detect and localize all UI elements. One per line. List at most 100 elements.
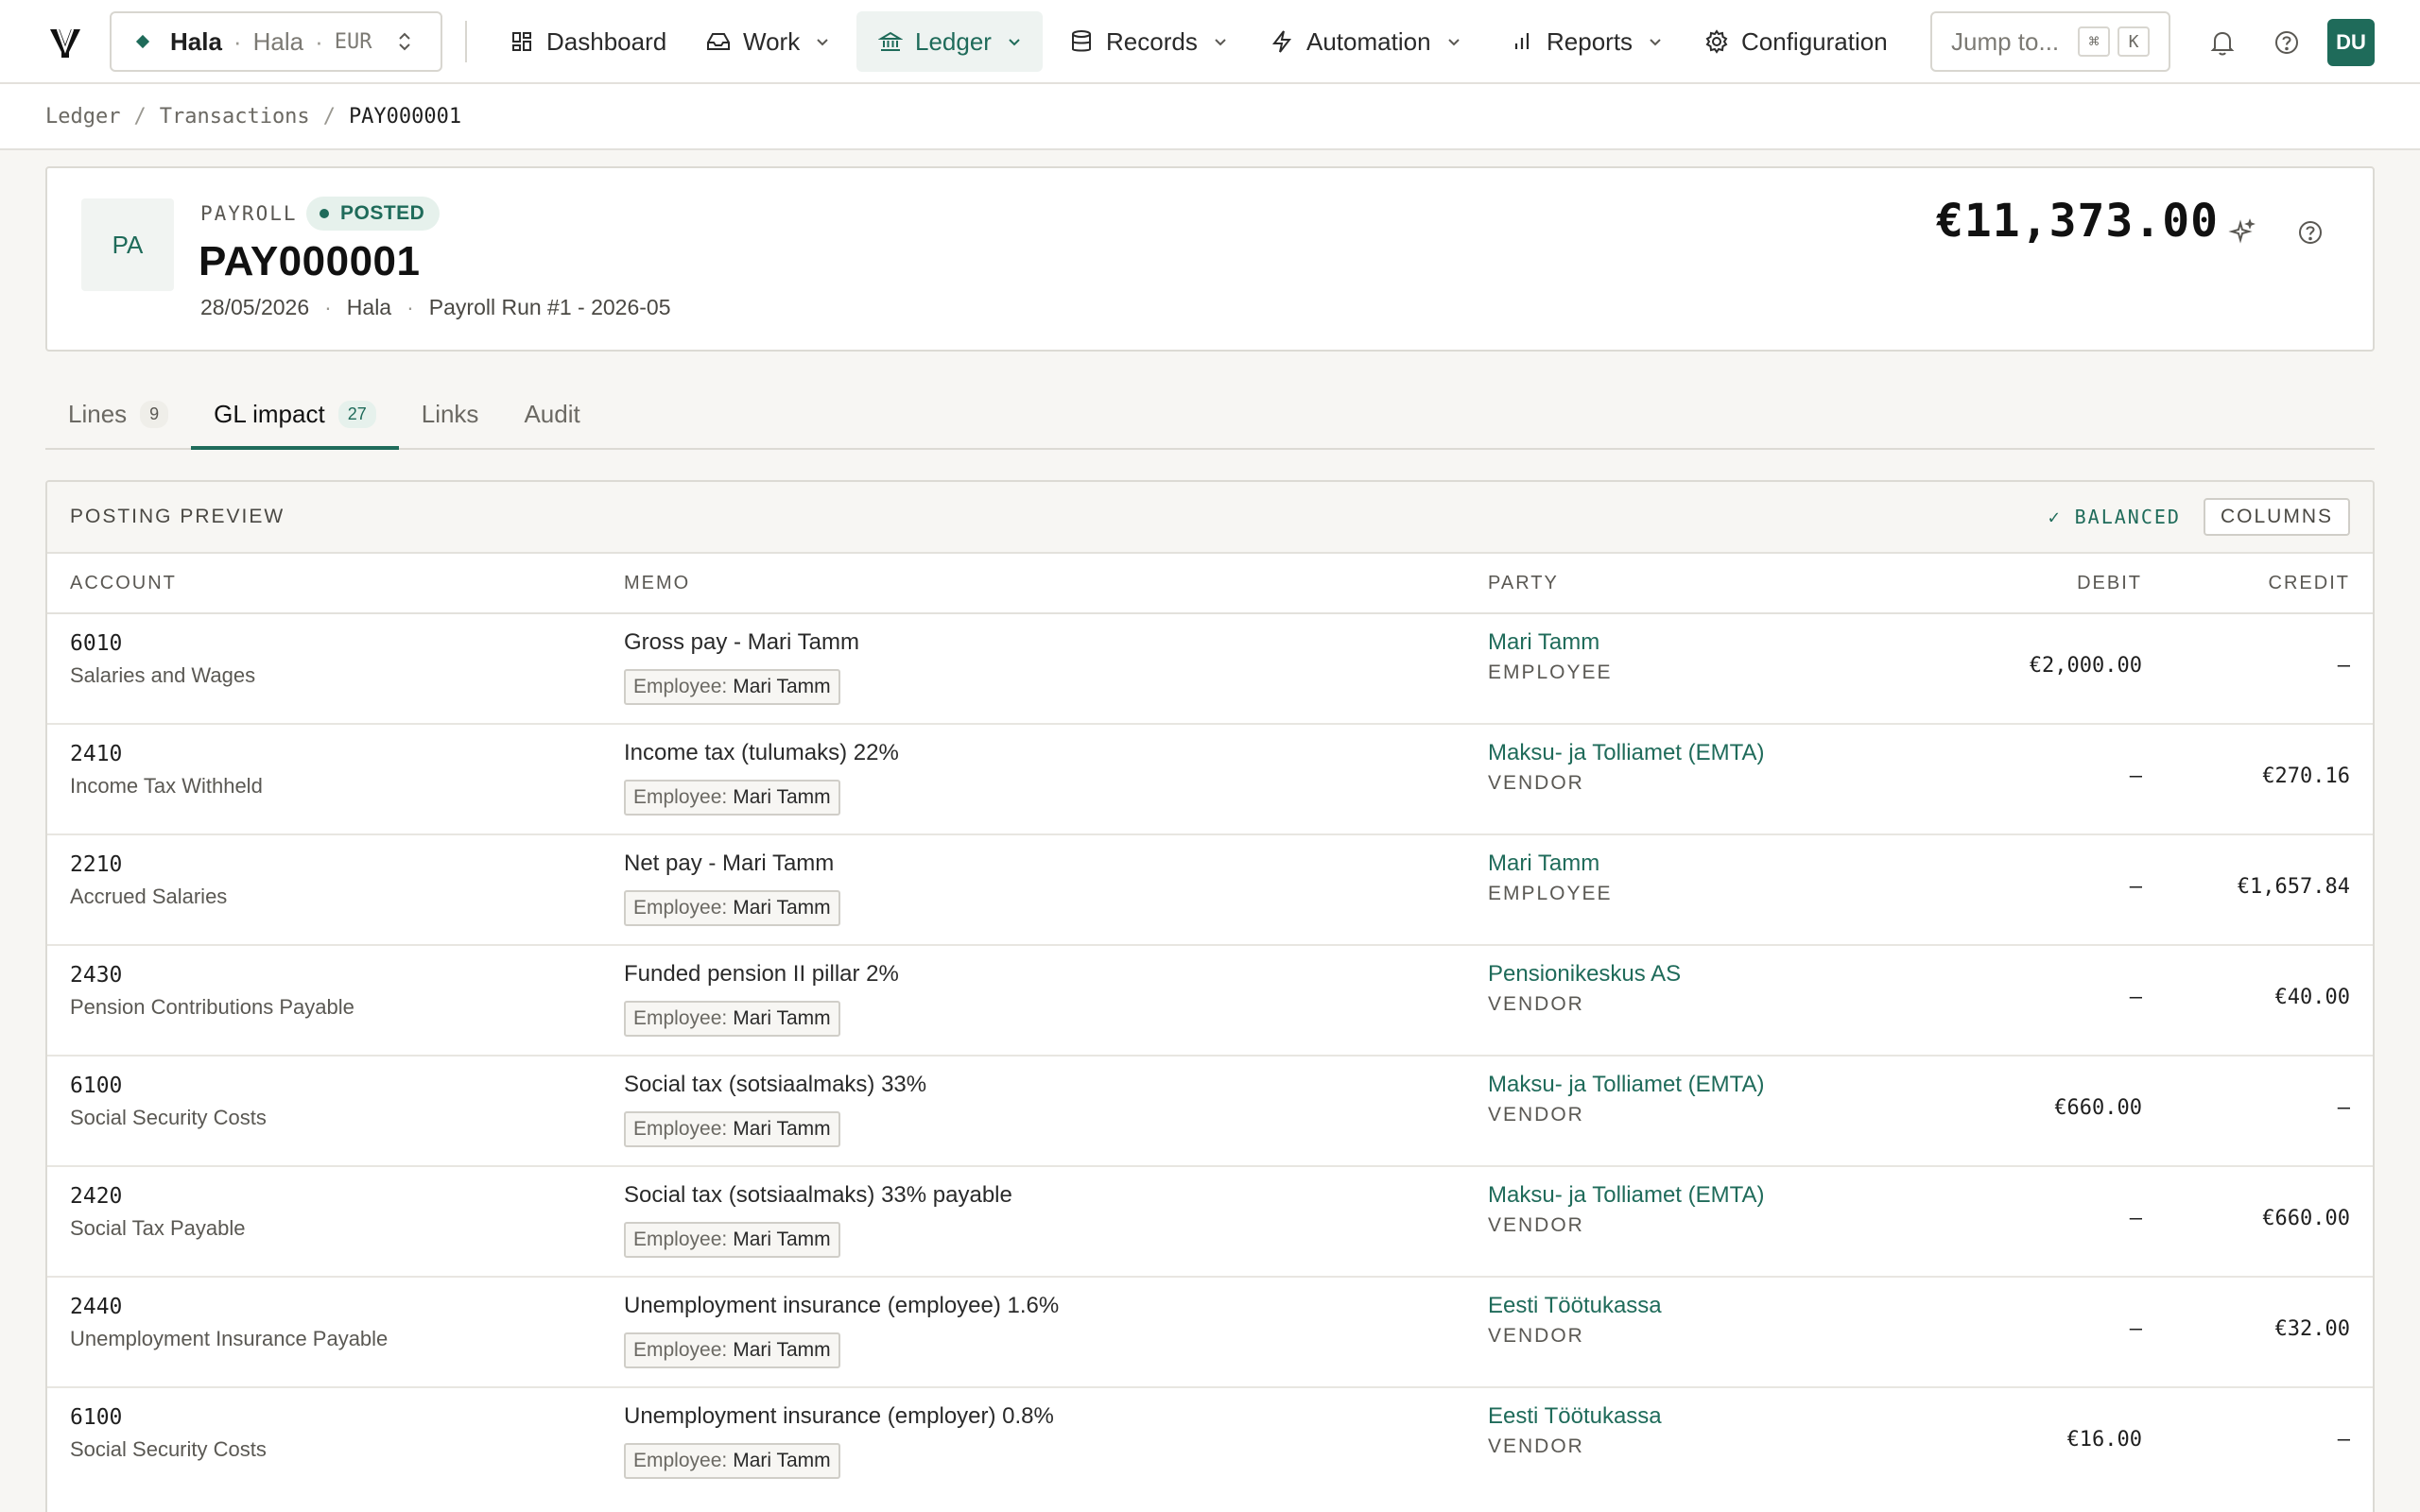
party-type: VENDOR (1488, 1435, 1584, 1457)
nav-work[interactable]: Work (684, 11, 851, 72)
help-circle-icon[interactable] (2267, 23, 2307, 62)
kbd-k: K (2118, 26, 2150, 57)
credit-amount: €40.00 (2274, 986, 2350, 1009)
party-link[interactable]: Mari Tamm (1488, 629, 1599, 656)
chevron-down-icon (1215, 39, 1226, 46)
tag-value: Mari Tamm (733, 676, 831, 697)
breadcrumb-current: PAY000001 (348, 104, 462, 129)
account-code: 2410 (70, 742, 123, 766)
tab-links[interactable]: Links (399, 380, 502, 448)
table-row[interactable]: 2430 Pension Contributions Payable Funde… (47, 946, 2373, 1057)
column-header-credit[interactable]: CREDIT (2269, 573, 2350, 594)
nav-configuration[interactable]: Configuration (1683, 11, 1909, 72)
memo-text: Unemployment insurance (employer) 0.8% (624, 1403, 1054, 1429)
tab-audit[interactable]: Audit (501, 380, 602, 448)
tab-gl-impact[interactable]: GL impact 27 (191, 380, 399, 450)
account-name: Salaries and Wages (70, 663, 256, 687)
help-circle-icon[interactable] (2291, 214, 2329, 251)
tab-count: 9 (140, 400, 169, 428)
table-row[interactable]: 6010 Salaries and Wages Gross pay - Mari… (47, 614, 2373, 725)
column-header-party[interactable]: PARTY (1488, 573, 1559, 594)
breadcrumb-separator: / (322, 104, 336, 129)
breadcrumb: Ledger / Transactions / PAY000001 (0, 84, 2420, 150)
jump-to-search[interactable]: Jump to... ⌘ K (1930, 11, 2170, 72)
table-row[interactable]: 2420 Social Tax Payable Social tax (sots… (47, 1167, 2373, 1278)
breadcrumb-transactions[interactable]: Transactions (160, 105, 310, 129)
account-code: 2430 (70, 963, 123, 988)
debit-amount: — (2129, 986, 2142, 1009)
app-logo-icon[interactable] (43, 21, 87, 64)
user-avatar[interactable]: DU (2327, 19, 2375, 66)
debit-amount: €2,000.00 (2029, 654, 2142, 678)
credit-amount: €1,657.84 (2237, 875, 2350, 899)
party-type: VENDOR (1488, 993, 1584, 1015)
table-row[interactable]: 2440 Unemployment Insurance Payable Unem… (47, 1278, 2373, 1388)
document-reference: Payroll Run #1 - 2026-05 (428, 295, 671, 319)
account-name: Accrued Salaries (70, 885, 228, 908)
party-link[interactable]: Mari Tamm (1488, 850, 1599, 877)
debit-amount: — (2129, 875, 2142, 899)
nav-label: Configuration (1741, 26, 1888, 56)
tag-value: Mari Tamm (733, 1228, 831, 1250)
bank-icon (877, 28, 904, 55)
organization-switcher[interactable]: Hala · Hala · EUR (110, 11, 442, 72)
nav-label: Reports (1547, 26, 1634, 56)
debit-amount: — (2129, 1317, 2142, 1341)
nav-automation[interactable]: Automation (1248, 11, 1482, 72)
party-type: EMPLOYEE (1488, 662, 1613, 683)
panel-title: POSTING PREVIEW (70, 506, 285, 527)
status-badge: POSTED (306, 197, 441, 231)
table-row[interactable]: 2210 Accrued Salaries Net pay - Mari Tam… (47, 835, 2373, 946)
credit-amount: €660.00 (2262, 1207, 2350, 1230)
table-header: ACCOUNT MEMO PARTY DEBIT CREDIT (47, 554, 2373, 614)
notifications-bell-icon[interactable] (2203, 23, 2242, 62)
memo-text: Unemployment insurance (employee) 1.6% (624, 1293, 1060, 1318)
chevron-down-icon (1650, 39, 1661, 46)
memo-text: Social tax (sotsiaalmaks) 33% payable (624, 1182, 1012, 1208)
lightning-bolt-icon (1269, 28, 1295, 55)
tag-label: Employee: (633, 1118, 728, 1140)
tag-value: Mari Tamm (733, 1339, 831, 1361)
credit-amount: — (2337, 654, 2350, 678)
nav-ledger[interactable]: Ledger (856, 11, 1043, 72)
transaction-header-card: PA PAYROLL POSTED PAY000001 28/05/2026 ·… (45, 166, 2375, 352)
tab-lines[interactable]: Lines 9 (45, 380, 191, 448)
nav-dashboard[interactable]: Dashboard (488, 11, 687, 72)
employee-tag: Employee: Mari Tamm (624, 780, 840, 816)
breadcrumb-ledger[interactable]: Ledger (45, 105, 120, 129)
sparkle-ai-icon[interactable] (2223, 214, 2261, 251)
org-separator: · (233, 26, 242, 56)
party-link[interactable]: Maksu- ja Tolliamet (EMTA) (1488, 1072, 1765, 1098)
party-link[interactable]: Maksu- ja Tolliamet (EMTA) (1488, 740, 1765, 766)
column-header-account[interactable]: ACCOUNT (70, 573, 177, 594)
status-dot-icon (320, 209, 329, 218)
credit-amount: €270.16 (2262, 765, 2350, 788)
posting-preview-panel: POSTING PREVIEW ✓ BALANCED COLUMNS ACCOU… (45, 480, 2375, 1512)
column-header-debit[interactable]: DEBIT (2077, 573, 2142, 594)
nav-divider (465, 21, 467, 62)
chevron-down-icon (817, 39, 828, 46)
column-header-memo[interactable]: MEMO (624, 573, 690, 594)
document-meta: 28/05/2026 · Hala · Payroll Run #1 - 202… (200, 295, 671, 320)
credit-amount: — (2337, 1428, 2350, 1452)
nav-reports[interactable]: Reports (1488, 11, 1684, 72)
table-row[interactable]: 2410 Income Tax Withheld Income tax (tul… (47, 725, 2373, 835)
org-diamond-icon (135, 34, 150, 49)
columns-button[interactable]: COLUMNS (2203, 498, 2350, 536)
account-code: 2420 (70, 1184, 123, 1209)
tab-label: Links (421, 399, 479, 428)
party-link[interactable]: Eesti Töötukassa (1488, 1293, 1662, 1319)
table-row[interactable]: 6100 Social Security Costs Social tax (s… (47, 1057, 2373, 1167)
party-link[interactable]: Pensionikeskus AS (1488, 961, 1681, 988)
party-link[interactable]: Maksu- ja Tolliamet (EMTA) (1488, 1182, 1765, 1209)
account-name: Social Security Costs (70, 1106, 267, 1129)
document-total-amount: €11,373.00 (1936, 195, 2219, 248)
table-row[interactable]: 6100 Social Security Costs Unemployment … (47, 1388, 2373, 1499)
party-type: VENDOR (1488, 772, 1584, 794)
account-code: 2210 (70, 852, 123, 877)
org-separator: · (315, 26, 323, 56)
party-link[interactable]: Eesti Töötukassa (1488, 1403, 1662, 1430)
nav-records[interactable]: Records (1047, 11, 1249, 72)
balanced-indicator: ✓ BALANCED (2048, 506, 2181, 528)
document-date: 28/05/2026 (200, 295, 310, 319)
